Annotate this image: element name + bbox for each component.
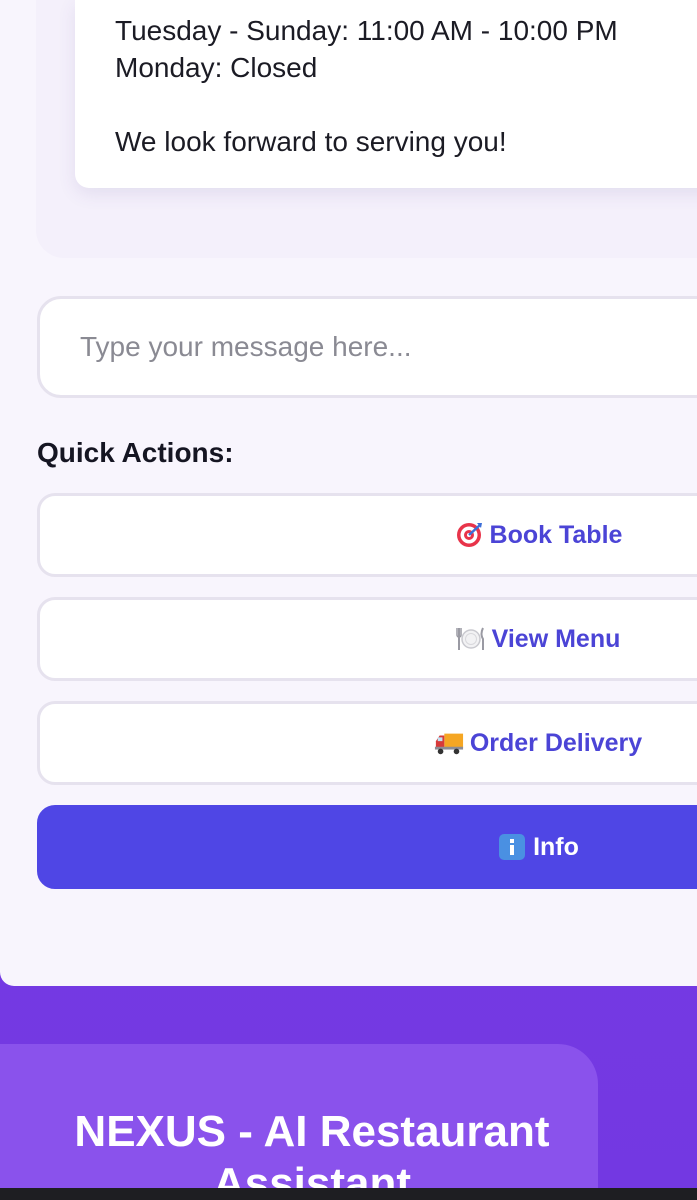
info-label: Info [533,832,579,861]
opening-hours-line: Tuesday - Sunday: 11:00 AM - 10:00 PM [115,15,618,46]
page: Tuesday - Sunday: 11:00 AM - 10:00 PM Mo… [0,0,697,1200]
view-menu-button[interactable]: View Menu [37,597,697,681]
app-title: NEXUS - AI Restaurant Assistant [74,1107,550,1200]
info-button[interactable]: Info [37,805,697,889]
order-delivery-button[interactable]: Order Delivery [37,701,697,785]
delivery-truck-icon [434,728,464,758]
view-menu-label: View Menu [491,624,621,653]
quick-actions-title: Quick Actions: [37,437,234,468]
info-icon [497,832,527,862]
closed-day-line: Monday: Closed [115,52,318,83]
book-table-label: Book Table [489,520,623,549]
plate-cutlery-icon [455,624,486,654]
chat-panel: Tuesday - Sunday: 11:00 AM - 10:00 PM Mo… [0,0,697,986]
book-table-button[interactable]: Book Table [37,493,697,577]
target-icon [454,520,484,550]
message-input[interactable] [37,296,697,398]
closing-message-line: We look forward to serving you! [115,126,507,157]
bot-message-bubble: Tuesday - Sunday: 11:00 AM - 10:00 PM Mo… [75,0,697,188]
system-bottom-bar [0,1188,697,1200]
order-delivery-label: Order Delivery [469,728,643,757]
